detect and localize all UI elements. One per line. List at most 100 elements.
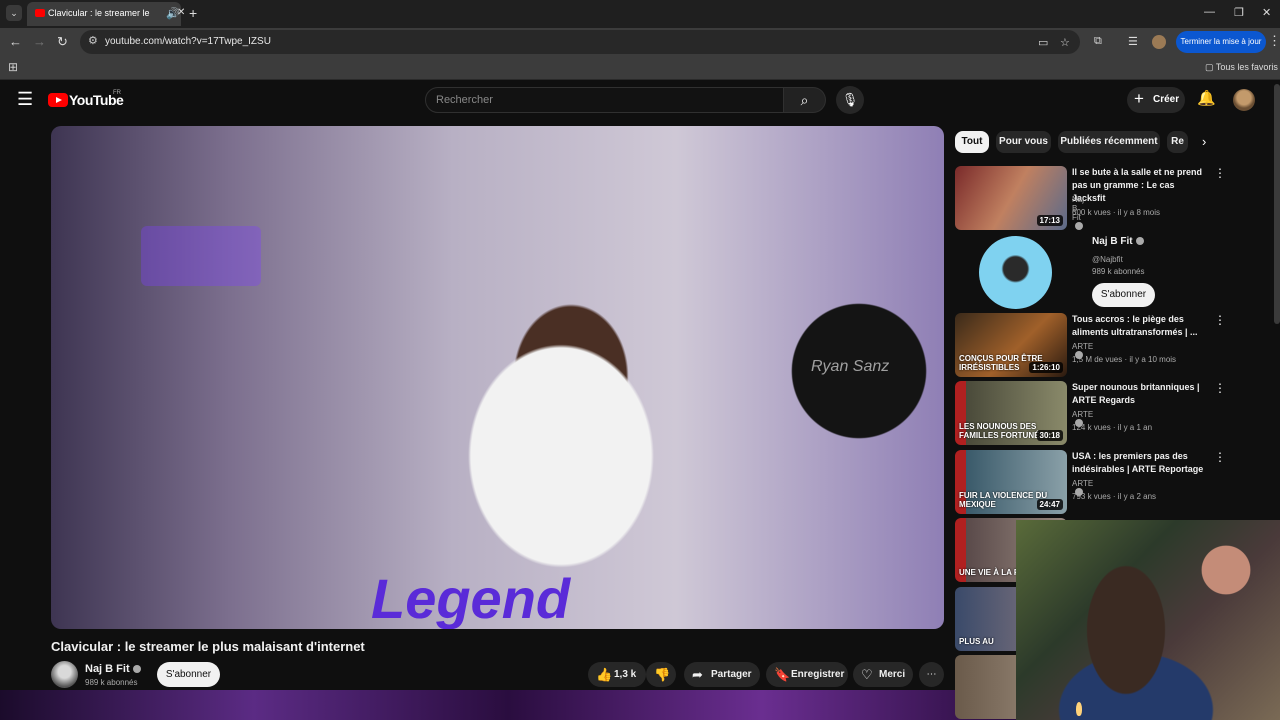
thumbs-down-icon: 👎 (654, 667, 671, 682)
duration-badge: 17:13 (1036, 215, 1063, 226)
back-icon[interactable]: ← (9, 34, 22, 49)
new-tab-icon[interactable]: + (189, 5, 197, 21)
dislike-button[interactable]: 👎 (646, 662, 676, 687)
channel-text: ARTE (1072, 410, 1094, 419)
video-thumbnail[interactable]: LES NOUNOUS DES FAMILLES FORTUNÉES 30:18 (955, 381, 1067, 445)
duration-badge: 24:47 (1036, 499, 1063, 510)
channel-card-name[interactable]: Naj B Fit (1092, 236, 1144, 247)
duration-badge: 1:26:10 (1029, 362, 1063, 373)
plus-icon: + (1134, 89, 1144, 108)
channel-card-name-text: Naj B Fit (1092, 236, 1133, 247)
save-icon: 🔖 (774, 667, 791, 682)
recommendation-title[interactable]: USA : les premiers pas des indésirables … (1072, 450, 1210, 476)
channel-name[interactable]: Naj B Fit (85, 663, 141, 675)
video-thumbnail[interactable]: CONÇUS POUR ÊTRE IRRÉSISTIBLES 1:26:10 (955, 313, 1067, 377)
search-button[interactable]: ⌕ (784, 87, 826, 113)
youtube-header: ☰ YouTube FR Rechercher ⌕ 🎙 + Créer 🔔 (0, 80, 1280, 120)
microphone-icon: 🎙 (841, 92, 859, 107)
channel-card-avatar[interactable] (979, 236, 1052, 309)
hamburger-menu-icon[interactable]: ☰ (17, 89, 33, 110)
forward-icon[interactable]: → (33, 34, 46, 49)
bookmark-star-icon[interactable]: ☆ (1060, 36, 1070, 49)
apps-grid-icon[interactable]: ⊞ (8, 60, 18, 74)
site-info-icon[interactable]: ⚙ (88, 34, 98, 47)
recommendation-meta: 1,5 M de vues · il y a 10 mois (1072, 355, 1177, 364)
video-thumbnail[interactable]: FUIR LA VIOLENCE DU MEXIQUE 24:47 (955, 450, 1067, 514)
user-avatar[interactable] (1233, 89, 1255, 111)
like-button[interactable]: 👍 1,3 k (588, 662, 646, 687)
country-code: FR (113, 90, 121, 96)
channel-card-subscribe-button[interactable]: S'abonner (1092, 283, 1155, 307)
url-text: youtube.com/watch?v=17Twpe_IZSU (105, 36, 271, 47)
tab-title: Clavicular : le streamer le pl (48, 8, 152, 18)
chip-for-you[interactable]: Pour vous (996, 131, 1051, 153)
chip-all[interactable]: Tout (955, 131, 989, 153)
browser-tab[interactable]: Clavicular : le streamer le pl 🔊 ✕ (27, 2, 185, 26)
profile-avatar[interactable] (1152, 35, 1166, 49)
background-light (141, 226, 261, 286)
chips-next-icon[interactable]: › (1202, 134, 1206, 149)
channel-card-handle: @Najbfit (1092, 255, 1123, 264)
share-label: Partager (711, 669, 752, 680)
like-count: 1,3 k (614, 669, 637, 680)
more-actions-button[interactable]: ⋯ (919, 662, 944, 687)
tab-search-icon[interactable]: ⌄ (6, 5, 22, 21)
video-thumbnail[interactable]: 17:13 (955, 166, 1067, 230)
browser-menu-icon[interactable]: ⋮ (1268, 33, 1280, 49)
update-button[interactable]: Terminer la mise à jour (1176, 31, 1266, 53)
thumbnail-caption: PLUS AU (959, 637, 994, 646)
create-label: Créer (1153, 94, 1180, 105)
notifications-bell-icon[interactable]: 🔔 (1197, 89, 1216, 107)
search-placeholder: Rechercher (436, 94, 493, 106)
cast-icon[interactable]: ▭ (1038, 36, 1048, 49)
channel-subscribers: 989 k abonnés (85, 678, 138, 687)
save-button[interactable]: 🔖 Enregistrer (766, 662, 848, 687)
super-thanks-icon: ♡ (861, 667, 873, 682)
video-player[interactable]: Ryan Sanz Legend (51, 126, 944, 629)
share-icon: ➦ (692, 667, 703, 682)
all-bookmarks-label: Tous les favoris (1215, 62, 1278, 72)
subscribe-button[interactable]: S'abonner (157, 662, 220, 687)
page-scrollbar[interactable] (1274, 84, 1280, 324)
chip-recent[interactable]: Publiées récemment (1058, 131, 1160, 153)
reload-icon[interactable]: ↻ (57, 34, 68, 50)
decorative-bottom-strip (0, 690, 1016, 720)
recommendation-meta: 124 k vues · il y a 1 an (1072, 423, 1153, 432)
duration-badge: 30:18 (1036, 430, 1063, 441)
channel-avatar[interactable] (51, 661, 78, 688)
thanks-label: Merci (879, 669, 906, 680)
thumbs-up-icon: 👍 (596, 667, 613, 682)
recommendation-meta: 600 k vues · il y a 8 mois (1072, 208, 1161, 217)
more-horizontal-icon: ⋯ (926, 669, 937, 680)
channel-text: ARTE (1072, 479, 1094, 488)
maximize-icon[interactable]: ❐ (1234, 6, 1244, 19)
recommendation-title[interactable]: Il se bute à la salle et ne prend pas un… (1072, 166, 1210, 205)
address-bar[interactable]: ⚙ youtube.com/watch?v=17Twpe_IZSU ▭ ☆ (80, 30, 1080, 54)
recommendation-title[interactable]: Tous accros : le piège des aliments ultr… (1072, 313, 1210, 339)
verified-icon (1135, 237, 1144, 245)
browser-tab-bar: ⌄ Clavicular : le streamer le pl 🔊 ✕ + —… (0, 0, 1280, 28)
tab-close-icon[interactable]: ✕ (177, 7, 185, 18)
more-vertical-icon[interactable]: ⋮ (1214, 450, 1226, 464)
browser-toolbar: ← → ↻ ⚙ youtube.com/watch?v=17Twpe_IZSU … (0, 28, 1280, 56)
candle-flame (1076, 702, 1082, 716)
all-bookmarks-folder[interactable]: ▢ Tous les favoris (1205, 62, 1278, 73)
channel-name-text: Naj B Fit (85, 663, 130, 675)
youtube-logo-icon[interactable] (48, 93, 68, 107)
window-close-icon[interactable]: ✕ (1262, 6, 1271, 19)
more-vertical-icon[interactable]: ⋮ (1214, 313, 1226, 327)
create-button[interactable]: + Créer (1127, 87, 1185, 113)
share-button[interactable]: ➦ Partager (684, 662, 760, 687)
chip-related[interactable]: Re (1167, 131, 1188, 153)
voice-search-button[interactable]: 🎙 (836, 86, 864, 114)
search-input[interactable]: Rechercher (425, 87, 784, 113)
thanks-button[interactable]: ♡ Merci (853, 662, 913, 687)
recommendation-title[interactable]: Super nounous britanniques | ARTE Regard… (1072, 381, 1210, 407)
search-icon: ⌕ (800, 92, 809, 108)
verified-icon (132, 665, 141, 673)
extensions-icon[interactable]: ⧉ (1094, 35, 1102, 48)
more-vertical-icon[interactable]: ⋮ (1214, 166, 1226, 180)
minimize-icon[interactable]: — (1204, 6, 1215, 18)
more-vertical-icon[interactable]: ⋮ (1214, 381, 1226, 395)
reading-list-icon[interactable]: ☰ (1128, 35, 1138, 48)
